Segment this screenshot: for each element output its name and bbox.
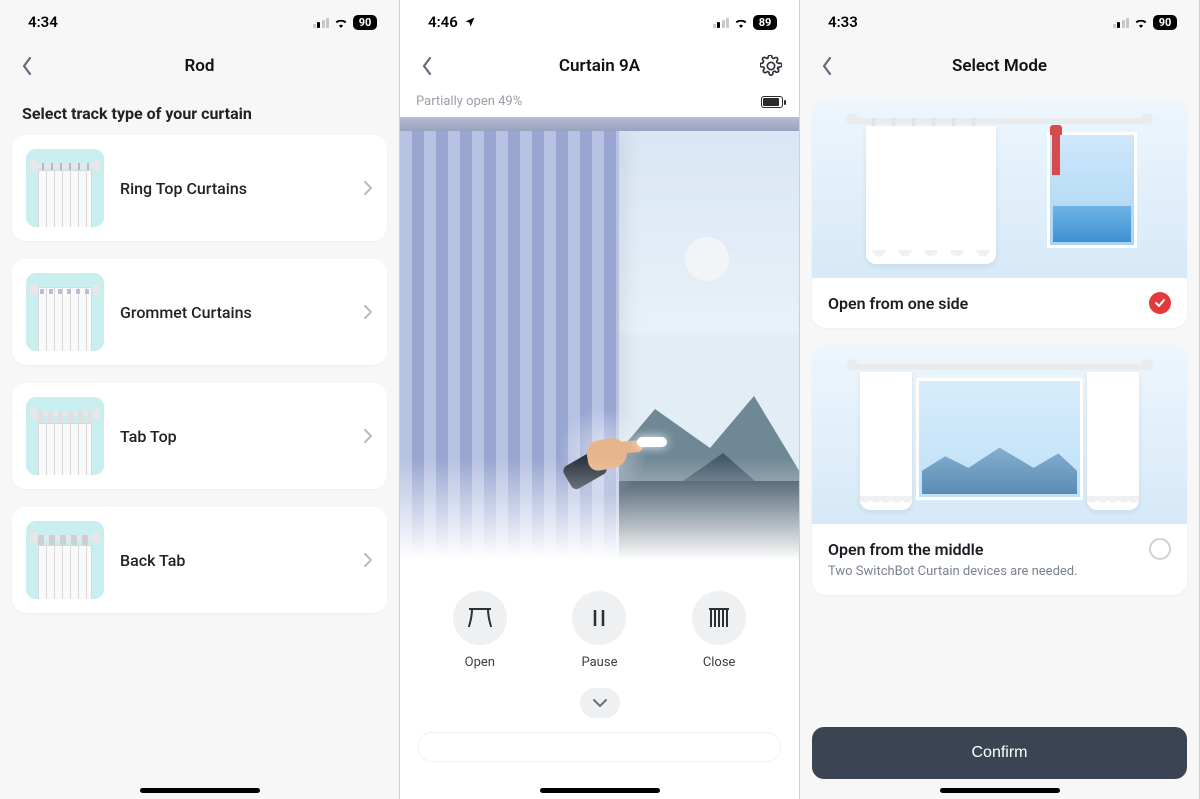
- chevron-right-icon: [363, 180, 373, 196]
- expand-row: [400, 676, 799, 722]
- sub-status-row: Partially open 49%: [400, 88, 799, 117]
- mode-title: Open from the middle: [828, 540, 983, 559]
- mode-illustration: [812, 344, 1187, 524]
- home-indicator: [140, 788, 260, 793]
- screen-curtain-control: 4:46 89 Curtain 9A Partially open 49%: [400, 0, 800, 799]
- page-title: Curtain 9A: [559, 56, 640, 76]
- status-time: 4:34: [28, 13, 58, 31]
- home-indicator: [940, 788, 1060, 793]
- radio-unselected[interactable]: [1149, 538, 1171, 560]
- curtain-visual[interactable]: [400, 117, 799, 577]
- chevron-left-icon: [22, 56, 34, 76]
- location-icon: [464, 16, 476, 28]
- battery-indicator: 89: [753, 15, 777, 30]
- close-label: Close: [703, 655, 736, 670]
- settings-button[interactable]: [757, 52, 785, 80]
- battery-indicator: 90: [353, 15, 377, 30]
- mode-option-middle[interactable]: Open from the middle Two SwitchBot Curta…: [812, 344, 1187, 595]
- close-control[interactable]: Close: [692, 591, 746, 670]
- page-title: Rod: [185, 56, 215, 76]
- confirm-bar: Confirm: [812, 727, 1187, 779]
- back-button[interactable]: [414, 52, 442, 80]
- mode-option-one-side[interactable]: Open from one side: [812, 98, 1187, 328]
- pause-button[interactable]: [572, 591, 626, 645]
- track-thumb: [26, 273, 104, 351]
- chevron-left-icon: [422, 56, 434, 76]
- toolbar: Curtain 9A: [400, 44, 799, 88]
- mode-illustration: [812, 98, 1187, 278]
- track-option-back-tab[interactable]: Back Tab: [12, 507, 387, 613]
- open-label: Open: [465, 655, 495, 670]
- status-time: 4:46: [428, 13, 458, 31]
- cellular-icon: [313, 16, 330, 28]
- screen-rod: 4:34 90 Rod Select track type of your cu…: [0, 0, 400, 799]
- curtain-close-icon: [707, 607, 731, 629]
- radio-selected[interactable]: [1149, 292, 1171, 314]
- pause-icon: [590, 608, 608, 628]
- chevron-down-icon: [592, 698, 608, 708]
- chevron-right-icon: [363, 428, 373, 444]
- wifi-icon: [733, 16, 749, 28]
- track-label: Tab Top: [120, 427, 347, 446]
- mode-title: Open from one side: [828, 294, 968, 313]
- gear-icon: [760, 55, 782, 77]
- cellular-icon: [1113, 16, 1130, 28]
- status-bar: 4:33 90: [800, 0, 1199, 44]
- page-title: Select Mode: [952, 56, 1047, 76]
- open-button[interactable]: [453, 591, 507, 645]
- mode-subtitle: Two SwitchBot Curtain devices are needed…: [812, 564, 1187, 595]
- track-label: Grommet Curtains: [120, 303, 347, 322]
- home-indicator: [540, 788, 660, 793]
- section-title: Select track type of your curtain: [12, 88, 387, 135]
- cellular-icon: [713, 16, 730, 28]
- close-button[interactable]: [692, 591, 746, 645]
- battery-indicator: 90: [1153, 15, 1177, 30]
- device-battery-icon: [761, 96, 783, 108]
- controls-row: Open Pause Close: [400, 577, 799, 676]
- back-button[interactable]: [14, 52, 42, 80]
- track-option-grommet[interactable]: Grommet Curtains: [12, 259, 387, 365]
- pause-label: Pause: [581, 655, 617, 670]
- chevron-left-icon: [822, 56, 834, 76]
- toolbar: Select Mode: [800, 44, 1199, 88]
- track-label: Ring Top Curtains: [120, 179, 347, 198]
- status-bar: 4:34 90: [0, 0, 399, 44]
- screen-select-mode: 4:33 90 Select Mode Open from one s: [800, 0, 1200, 799]
- check-icon: [1154, 298, 1166, 308]
- content: Select track type of your curtain Ring T…: [0, 88, 399, 799]
- track-option-ring-top[interactable]: Ring Top Curtains: [12, 135, 387, 241]
- confirm-button[interactable]: Confirm: [812, 727, 1187, 779]
- expand-button[interactable]: [580, 688, 620, 718]
- pause-control[interactable]: Pause: [572, 591, 626, 670]
- bottom-card[interactable]: [418, 732, 781, 762]
- open-control[interactable]: Open: [453, 591, 507, 670]
- track-thumb: [26, 521, 104, 599]
- open-status-text: Partially open 49%: [416, 94, 522, 109]
- toolbar: Rod: [0, 44, 399, 88]
- status-bar: 4:46 89: [400, 0, 799, 44]
- track-thumb: [26, 397, 104, 475]
- chevron-right-icon: [363, 304, 373, 320]
- back-button[interactable]: [814, 52, 842, 80]
- status-time: 4:33: [828, 13, 858, 31]
- track-thumb: [26, 149, 104, 227]
- content: Open from one side Open from the middle …: [800, 88, 1199, 611]
- track-label: Back Tab: [120, 551, 347, 570]
- chevron-right-icon: [363, 552, 373, 568]
- wifi-icon: [333, 16, 349, 28]
- track-option-tab-top[interactable]: Tab Top: [12, 383, 387, 489]
- curtain-open-icon: [467, 607, 493, 629]
- wifi-icon: [1133, 16, 1149, 28]
